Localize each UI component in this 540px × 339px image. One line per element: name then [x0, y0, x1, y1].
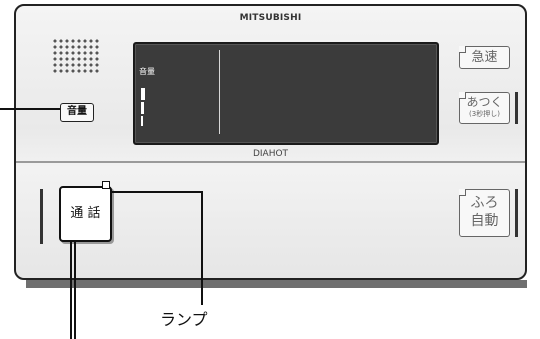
volume-level-bar [141, 88, 145, 100]
quick-heat-label: 急速 [471, 50, 498, 65]
lamp-callout-line [110, 191, 202, 193]
lamp-callout-label: ランプ [160, 310, 208, 329]
call-callout-line [70, 240, 72, 339]
hotter-button[interactable]: あつく (3秒押し) [459, 92, 510, 124]
button-indicator-bar [40, 189, 43, 244]
model-label: DIAHOT [252, 149, 289, 159]
volume-level-bar [141, 116, 143, 126]
brand-logo: MITSUBISHI [239, 13, 302, 23]
auto-bath-label-line2: 自動 [470, 213, 499, 229]
quick-heat-button[interactable]: 急速 [459, 46, 510, 69]
hotter-label: あつく [466, 95, 503, 109]
auto-bath-label-line1: ふろ [470, 195, 499, 211]
call-lamp [102, 181, 110, 189]
volume-button[interactable]: 音量 [60, 103, 94, 122]
display-volume-label: 音量 [139, 67, 155, 76]
remote-control-panel: MITSUBISHI 音量 DIAHOT 音量 急速 あつく (3秒押し) ふろ… [14, 4, 527, 280]
call-button[interactable]: 通 話 [59, 186, 112, 242]
button-corner-mark [459, 46, 466, 53]
auto-bath-button[interactable]: ふろ 自動 [459, 189, 510, 237]
button-corner-mark [459, 189, 466, 196]
panel-shadow [26, 280, 527, 288]
display-divider [219, 50, 220, 134]
volume-callout-line [0, 108, 60, 110]
call-callout-line [74, 240, 76, 339]
volume-level-bar [141, 102, 144, 114]
lamp-callout-line [201, 191, 203, 305]
button-indicator-bar [515, 189, 518, 237]
hotter-sublabel: (3秒押し) [469, 110, 500, 118]
panel-divider [16, 161, 525, 163]
lcd-display: 音量 [133, 42, 439, 145]
button-corner-mark [459, 92, 466, 99]
speaker-grille [52, 38, 100, 74]
button-indicator-bar [515, 92, 518, 124]
